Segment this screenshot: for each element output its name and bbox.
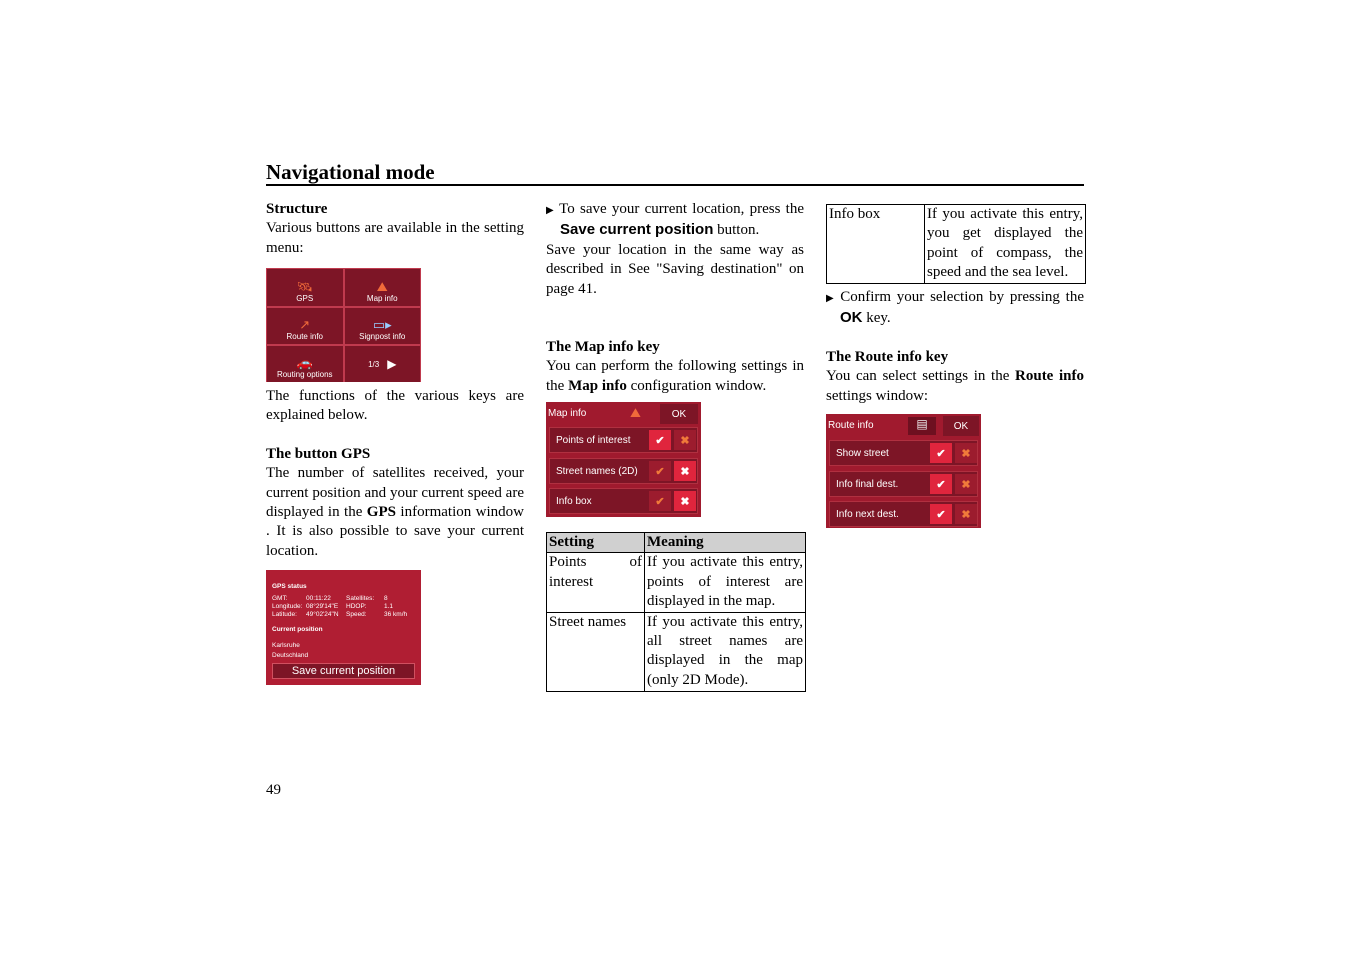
infobox-table: Info box If you activate this entry, you … xyxy=(826,204,1086,284)
column-1: Structure Various buttons are available … xyxy=(266,200,524,258)
gps-heading: The button GPS xyxy=(266,445,371,462)
functions-text: The functions of the various keys are ex… xyxy=(266,388,524,424)
ok-button[interactable]: OK xyxy=(660,404,698,424)
cross-button[interactable]: ✖ xyxy=(674,491,696,511)
menu-route-info: ↗ Route info xyxy=(267,308,343,344)
column-3: ▶ Confirm your selection by pressing the… xyxy=(826,288,1084,406)
menu-map-info: ⛰ Map info xyxy=(344,269,420,306)
mapinfo-window: Map info ⛰ OK Points of interest ✔ ✖ Stre… xyxy=(546,402,701,517)
gps-data: GMT: 00:11:22 Satellites: 8 Longitude: 08°29… xyxy=(272,595,408,618)
page-title: Navigational mode xyxy=(266,160,435,184)
setting-row-points-of-interest: Points of interest ✔ ✖ xyxy=(549,427,698,453)
check-button[interactable]: ✔ xyxy=(930,443,952,463)
routeinfo-window: Route info ▤ OK Show street ✔ ✖ Info fina… xyxy=(826,414,981,528)
check-button[interactable]: ✔ xyxy=(649,430,671,450)
cross-button[interactable]: ✖ xyxy=(955,474,977,494)
menu-gps: 🛰 GPS xyxy=(267,269,343,306)
cross-button[interactable]: ✖ xyxy=(674,430,696,450)
page-number: 49 xyxy=(266,782,281,798)
cross-button[interactable]: ✖ xyxy=(955,443,977,463)
setting-row-info-next-dest: Info next dest. ✔ ✖ xyxy=(829,501,978,527)
bullet-arrow-icon: ▶ xyxy=(546,205,560,216)
structure-text: Various buttons are available in the set… xyxy=(266,220,524,256)
settings-menu-screenshot: 🛰 GPS ⛰ Map info ↗ Route info ▭▸ Signpost in… xyxy=(266,268,421,382)
route-icon: ↗ xyxy=(299,317,311,332)
map-icon: ⛰ xyxy=(630,405,641,420)
ok-button[interactable]: OK xyxy=(943,416,979,436)
cross-button[interactable]: ✖ xyxy=(955,504,977,524)
mapinfo-text: You can perform the following settings i… xyxy=(546,358,804,394)
column-1b: The functions of the various keys are ex… xyxy=(266,387,524,561)
map-icon: ⛰ xyxy=(376,279,388,294)
gps-status-screenshot: GPS status GMT: 00:11:22 Satellites: 8 Long… xyxy=(266,570,421,685)
next-arrow-icon: ▶ xyxy=(387,357,397,371)
structure-heading: Structure xyxy=(266,201,328,217)
save-current-position-button[interactable]: Save current position xyxy=(272,663,415,679)
check-button[interactable]: ✔ xyxy=(649,461,671,481)
bullet-arrow-icon: ▶ xyxy=(826,293,841,304)
save-bullet: ▶ To save your current location, press t… xyxy=(546,201,804,239)
mapinfo-heading: The Map info key xyxy=(546,339,660,356)
check-button[interactable]: ✔ xyxy=(930,504,952,524)
satellite-icon: 🛰 xyxy=(296,279,313,294)
setting-row-show-street: Show street ✔ ✖ xyxy=(829,440,978,466)
signpost-icon: ▭▸ xyxy=(372,317,392,332)
setting-row-info-box: Info box ✔ ✖ xyxy=(549,488,698,514)
route-display-icon: ▤ xyxy=(908,417,936,435)
cross-button[interactable]: ✖ xyxy=(674,461,696,481)
confirm-bullet: ▶ Confirm your selection by pressing the… xyxy=(826,289,1084,327)
mapinfo-settings-table: Setting Meaning Points of interest If you … xyxy=(546,531,806,692)
column-2: ▶ To save your current location, press t… xyxy=(546,200,804,396)
routeinfo-text: You can select settings in the Route inf… xyxy=(826,368,1084,404)
menu-page-nav: 1/3 ▶ xyxy=(344,346,420,382)
routeinfo-heading: The Route info key xyxy=(826,348,949,365)
setting-row-street-names: Street names (2D) ✔ ✖ xyxy=(549,458,698,484)
gps-text: The number of satellites received, your … xyxy=(266,465,525,559)
save-text: Save your location in the same way as de… xyxy=(546,241,804,297)
menu-routing-options: 🚗 Routing options xyxy=(267,346,343,382)
setting-row-info-final-dest: Info final dest. ✔ ✖ xyxy=(829,471,978,497)
menu-signpost-info: ▭▸ Signpost info xyxy=(344,308,420,344)
check-button[interactable]: ✔ xyxy=(930,474,952,494)
check-button[interactable]: ✔ xyxy=(649,491,671,511)
title-rule xyxy=(266,184,1084,186)
routing-options-icon: 🚗 xyxy=(296,355,313,370)
